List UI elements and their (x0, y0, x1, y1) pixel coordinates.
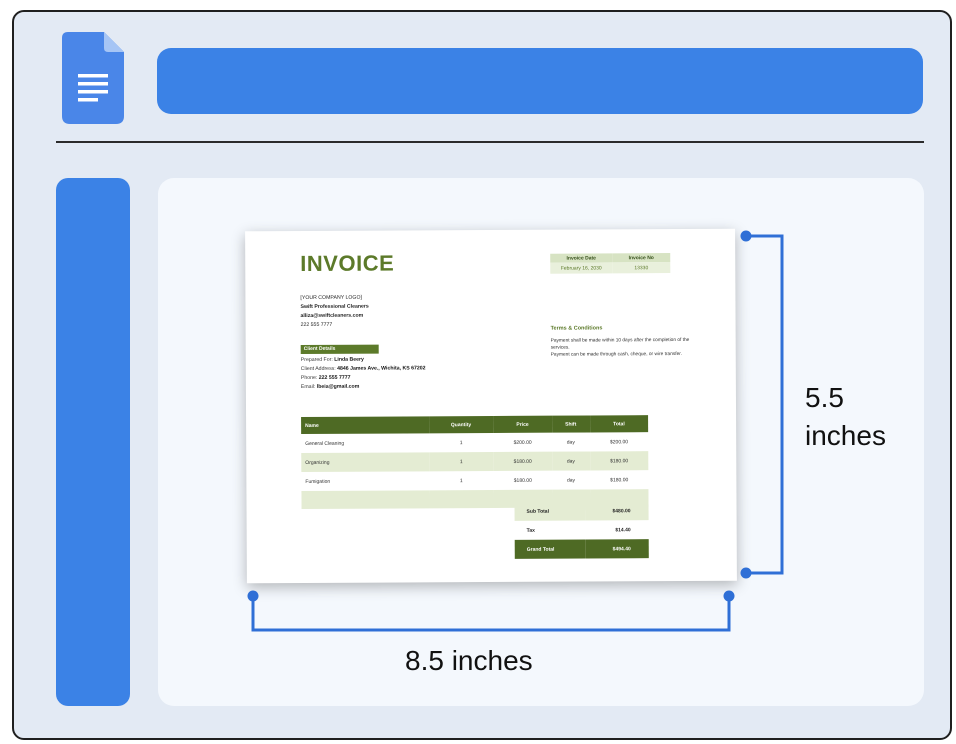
height-bracket-top-dot (740, 230, 752, 242)
width-bracket-left-dot (247, 590, 259, 602)
dimension-markers (247, 230, 784, 632)
width-bracket-right-dot (723, 590, 735, 602)
height-unit: inches (805, 420, 886, 451)
height-bracket-bottom-dot (740, 567, 752, 579)
width-bracket (251, 596, 731, 632)
height-value: 5.5 (805, 382, 844, 413)
height-bracket (746, 234, 784, 575)
width-dimension-label: 8.5 inches (405, 645, 533, 676)
height-dimension-label: 5.5 inches (805, 379, 886, 455)
